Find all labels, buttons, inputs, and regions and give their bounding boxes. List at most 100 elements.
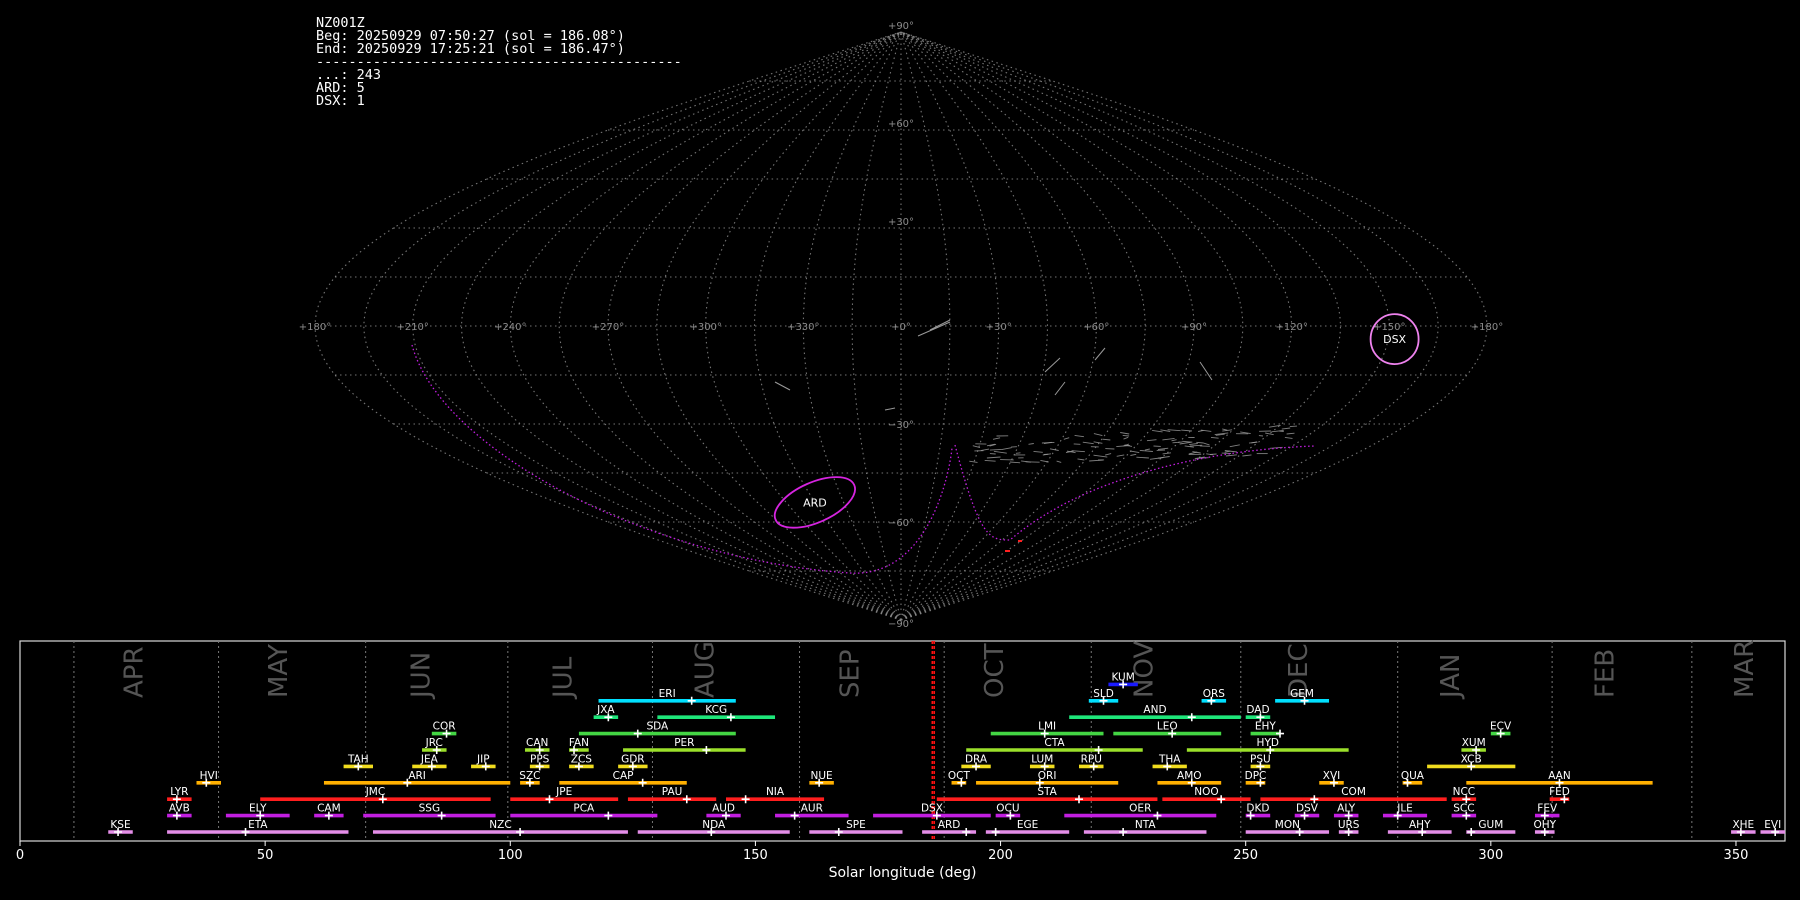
x-tick-label: 150 [743,848,768,863]
shower-label: LEO [1157,721,1178,733]
shower-label: SCC [1453,803,1474,815]
shower-label: ORS [1203,688,1226,700]
shower-peak-marker [1467,762,1476,771]
shower-label: THA [1158,753,1181,765]
meteor-streak [1157,447,1169,450]
month-label: NOV [1130,641,1160,698]
shower-peak-marker [1256,762,1265,771]
shower-label: NZC [489,819,511,831]
lon-tick-label: +210° [396,322,428,333]
month-label: MAY [264,644,294,698]
meteor-streak [1162,452,1172,455]
shower-label: AHY [1409,819,1431,831]
meteor-streak [1129,450,1140,454]
shower-label: XVI [1323,770,1340,782]
shower-peak-marker [1276,729,1285,738]
shower-label: NTA [1135,819,1156,831]
meteor-streak [1139,449,1153,452]
map-meridian [607,31,902,621]
meteor-streak [1281,427,1291,430]
shower-label: ETA [248,819,268,831]
shower-label: ZCS [571,753,593,765]
shower-label: SLD [1093,688,1114,700]
shower-label: COR [433,721,456,733]
shower-label: SDA [646,721,669,733]
lon-tick-label: +180° [299,322,331,333]
shower-peak-marker [256,811,265,820]
shower-label: ALY [1337,803,1356,815]
shower-peak-marker [535,762,544,771]
shower-peak-marker [726,713,735,722]
shower-peak-marker [638,778,647,787]
meteor-streak [1196,441,1204,444]
meteor-streak [1182,440,1191,443]
meteor-streak [1225,454,1237,457]
meteor-streak [1049,448,1059,451]
shower-peak-marker [815,778,824,787]
meteor-streak [986,456,1001,459]
shower-label: URS [1338,819,1360,831]
shower-peak-marker [1246,811,1255,820]
meteor-streak [1015,452,1021,454]
meteor-streak [1149,457,1164,460]
meteor-streak [1102,438,1111,441]
shower-peak-marker [1300,696,1309,705]
meteor-streak [1120,432,1130,435]
x-tick-label: 0 [16,848,24,863]
shower-peak-marker [1187,713,1196,722]
shower-label: GUM [1478,819,1503,831]
shower-label: NCC [1453,786,1476,798]
meteor-streak [1033,450,1043,453]
meteor-streak [1152,429,1163,433]
lat-tick-label: +90° [888,21,914,32]
shower-peak-marker [1207,696,1216,705]
shower-label: DPC [1245,770,1267,782]
shower-peak-marker [1217,795,1226,804]
shower-label: XHE [1732,819,1754,831]
shower-peak-marker [1496,729,1505,738]
lon-tick-label: +150° [1373,322,1405,333]
meteor-streak [774,381,791,391]
shower-label: OHY [1533,819,1556,831]
meteor-streak [980,448,990,452]
meteor-streak [1242,454,1252,457]
shower-label: FAN [569,737,589,749]
shower-peak-marker [241,828,250,836]
shower-peak-marker [604,713,613,722]
shower-label: GDR [621,753,645,765]
shower-peak-marker [1344,828,1353,836]
shower-peak-marker [1153,811,1162,820]
meteor-streak [1289,425,1298,428]
meteor-streak [1279,430,1284,433]
shower-peak-marker [545,795,554,804]
meteor-streak [1167,429,1181,432]
meteor-streak [1071,450,1085,453]
shower-peak-marker [172,795,181,804]
shower-label: ECV [1490,721,1512,733]
shower-label: ERI [659,688,676,700]
shower-peak-marker [702,746,711,754]
shower-peak-marker [1006,811,1015,820]
shower-peak-marker [1403,778,1412,787]
month-label: JUL [549,656,579,700]
meteor-streak [1063,437,1070,440]
shower-label: EVI [1764,819,1781,831]
meteor-streak [1116,454,1125,457]
shower-peak-marker [574,762,583,771]
shower-label: SPE [846,819,866,831]
meteor-streak [1224,450,1231,453]
shower-peak-marker [1462,811,1471,820]
x-axis-label: Solar longitude (deg) [829,865,977,881]
month-label: FEB [1590,649,1620,698]
shower-label: QUA [1401,770,1425,782]
shower-label: EGE [1017,819,1038,831]
month-label: APR [120,646,150,698]
shower-peak-marker [1163,762,1172,771]
shower-peak-marker [1560,795,1569,804]
lon-tick-label: +330° [787,322,819,333]
meteor-streak [1199,361,1213,381]
shower-label: FEV [1537,803,1558,815]
shower-label: XCB [1461,753,1482,765]
shower-peak-marker [114,828,123,836]
shower-peak-marker [525,778,534,787]
